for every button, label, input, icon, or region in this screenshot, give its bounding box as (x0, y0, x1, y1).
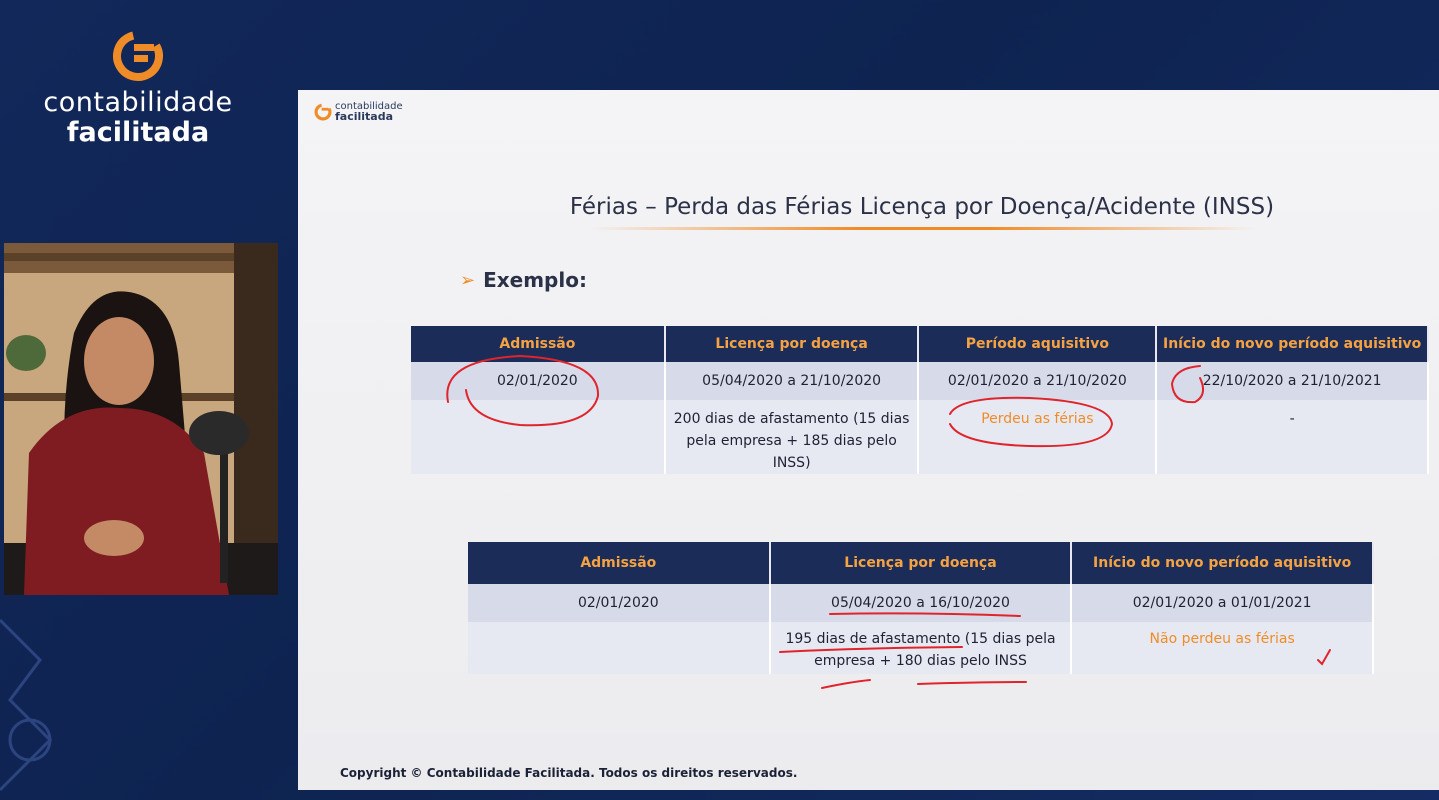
table-header: Licença por doença (769, 542, 1073, 584)
brand-logo: contabilidade facilitada (28, 30, 248, 148)
presenter-image (4, 243, 278, 595)
table-cell (468, 622, 771, 674)
arrow-right-icon: ➢ (460, 269, 476, 291)
table-cell: 200 dias de afastamento (15 dias pela em… (664, 400, 920, 474)
brand-name-line1: contabilidade (43, 87, 233, 118)
table-cell: 195 dias de afastamento (15 dias pela em… (769, 622, 1073, 674)
table-cell: 22/10/2020 a 21/10/2021 (1156, 362, 1429, 400)
slide-logo: contabilidade facilitada (314, 102, 403, 122)
background-decoration (0, 618, 53, 792)
table-header: Início do novo período aquisitivo (1156, 326, 1429, 362)
example-heading: ➢ Exemplo: (460, 268, 587, 292)
table-header: Período aquisitivo (918, 326, 1158, 362)
table-cell: 05/04/2020 a 21/10/2020 (664, 362, 920, 400)
table-cell: 02/01/2020 (468, 584, 771, 622)
table-header-row: Admissão Licença por doença Período aqui… (411, 326, 1429, 362)
table-header: Início do novo período aquisitivo (1071, 542, 1374, 584)
table-cell-status: Não perdeu as férias (1071, 622, 1374, 674)
table-cell: 02/01/2020 a 01/01/2021 (1071, 584, 1374, 622)
table-row: 02/01/2020 05/04/2020 a 16/10/2020 02/01… (468, 584, 1374, 622)
webcam-video (4, 243, 278, 595)
table-cell: - (1156, 400, 1429, 474)
example-label: Exemplo: (483, 268, 587, 292)
table-cell (411, 400, 666, 474)
brand-logo-icon (113, 31, 163, 81)
table-cell: 05/04/2020 a 16/10/2020 (769, 584, 1073, 622)
table-header: Licença por doença (664, 326, 920, 362)
presentation-slide: contabilidade facilitada Férias – Perda … (298, 90, 1439, 790)
table-header: Admissão (468, 542, 771, 584)
table-row: 02/01/2020 05/04/2020 a 21/10/2020 02/01… (411, 362, 1429, 400)
table-header: Admissão (411, 326, 666, 362)
slide-logo-line2: facilitada (335, 110, 394, 123)
example-table-2: Admissão Licença por doença Início do no… (468, 542, 1374, 674)
table-header-row: Admissão Licença por doença Início do no… (468, 542, 1374, 584)
table-cell: 02/01/2020 a 21/10/2020 (918, 362, 1158, 400)
table-cell-status: Perdeu as férias (918, 400, 1158, 474)
table-cell: 02/01/2020 (411, 362, 666, 400)
table-row: 200 dias de afastamento (15 dias pela em… (411, 400, 1429, 474)
slide-logo-icon (314, 103, 332, 121)
slide-title: Férias – Perda das Férias Licença por Do… (569, 194, 1275, 220)
copyright-notice: Copyright © Contabilidade Facilitada. To… (340, 766, 798, 780)
title-underline (588, 227, 1258, 230)
table-row: 195 dias de afastamento (15 dias pela em… (468, 622, 1374, 674)
example-table-1: Admissão Licença por doença Período aqui… (411, 326, 1429, 474)
brand-name-line2: facilitada (66, 117, 210, 148)
